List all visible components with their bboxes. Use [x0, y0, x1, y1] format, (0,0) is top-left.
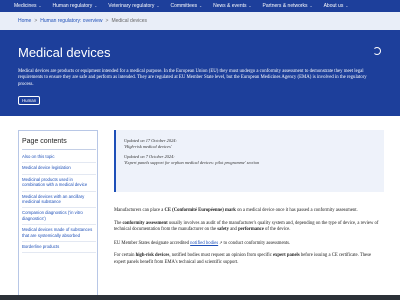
nav-item-label: Committees — [170, 3, 198, 9]
breadcrumb-home-link[interactable]: Home — [18, 18, 31, 24]
nav-item-veterinary-regulatory[interactable]: Veterinary regulatory ⌄ — [108, 3, 159, 9]
chevron-down-icon: ⌄ — [345, 4, 349, 8]
nav-item-label: Human regulatory — [52, 3, 93, 9]
text: Manufacturers can place a — [114, 208, 165, 213]
breadcrumb: Home > Human regulatory: overview > Medi… — [0, 12, 400, 30]
page-contents-heading: Page contents — [22, 138, 67, 145]
chevron-down-icon: ⌄ — [248, 4, 252, 8]
update-notice: Updated on 17 October 2024: 'High-risk m… — [114, 130, 384, 192]
chevron-down-icon: ⌄ — [199, 4, 203, 8]
nav-item-partners-networks[interactable]: Partners & networks ⌄ — [263, 3, 313, 9]
page-contents-panel: Page contents Also on this topic Medical… — [18, 130, 98, 300]
toc-link-companion-diagnostics[interactable]: Companion diagnostics ('in vitro diagnos… — [22, 208, 96, 226]
toc-link-ancillary-substance[interactable]: Medical devices with an ancillary medici… — [22, 192, 96, 209]
text: of the device. — [263, 227, 291, 232]
text: to conduct conformity assessments. — [222, 240, 291, 246]
update-text: 'Expert panels support for orphan medica… — [124, 160, 260, 165]
toc-link-combination-products[interactable]: Medicinal products used in combination w… — [22, 175, 96, 192]
nav-item-medicines[interactable]: Medicines ⌄ — [14, 3, 42, 9]
topic-tag[interactable]: Human — [18, 96, 41, 105]
text: For certain — [114, 253, 136, 258]
breadcrumb-current: Medical devices — [111, 18, 148, 24]
safety-term: safety — [217, 227, 229, 232]
nav-item-label: Medicines — [14, 3, 37, 9]
cookie-banner — [0, 295, 400, 300]
nav-item-label: Partners & networks — [262, 3, 308, 9]
nav-item-news-events[interactable]: News & events ⌄ — [213, 3, 251, 9]
high-risk-devices-term: high-risk devices — [135, 253, 170, 258]
breadcrumb-separator: > — [34, 18, 38, 24]
conformity-assessment-term: conformity assessment — [122, 220, 168, 226]
chevron-down-icon: ⌄ — [156, 4, 160, 8]
chevron-down-icon: ⌄ — [94, 4, 98, 8]
paragraph-ce-mark: Manufacturers can place a CE (Conformité… — [114, 208, 380, 215]
paragraph-conformity-assessment: The conformity assessment usually involv… — [114, 221, 380, 234]
nav-item-label: About us — [323, 3, 344, 9]
toc-link-systemically-absorbed[interactable]: Medical devices made of substances that … — [22, 225, 96, 243]
ce-mark-term: CE (Conformité Européenne) mark — [164, 208, 236, 213]
expert-panels-term: expert panels — [272, 253, 300, 258]
spinner-icon — [373, 47, 381, 55]
paragraph-notified-bodies: EU Member States designate accredited no… — [114, 240, 380, 248]
page-contents-list: Also on this topic Medical device legisl… — [22, 154, 97, 254]
update-entry: Updated on 7 October 2024: 'Expert panel… — [124, 154, 384, 166]
text: EU Member States designate accredited — [114, 240, 191, 246]
nav-item-about-us[interactable]: About us ⌄ — [324, 3, 349, 9]
breadcrumb-separator: > — [105, 18, 109, 24]
nav-item-human-regulatory[interactable]: Human regulatory ⌄ — [53, 3, 98, 9]
text: and — [228, 227, 239, 232]
text: on a medical device once it has passed a… — [235, 208, 358, 213]
breadcrumb-parent-link[interactable]: Human regulatory: overview — [40, 18, 102, 24]
page-description: Medical devices are products or equipmen… — [18, 69, 367, 87]
nav-item-committees[interactable]: Committees ⌄ — [170, 3, 202, 9]
chevron-down-icon: ⌄ — [309, 4, 313, 8]
chevron-down-icon: ⌄ — [38, 4, 42, 8]
toc-link-also-on-this-topic[interactable]: Also on this topic — [22, 154, 96, 164]
paragraph-high-risk-devices: For certain high-risk devices, notified … — [114, 253, 380, 266]
top-navigation: Medicines ⌄ Human regulatory ⌄ Veterinary … — [0, 0, 400, 12]
page-title: Medical devices — [18, 45, 111, 60]
toc-link-medical-device-legislation[interactable]: Medical device legislation — [22, 163, 96, 175]
update-text: 'High-risk medical devices' — [124, 144, 172, 149]
notified-bodies-link[interactable]: notified bodies — [190, 241, 218, 246]
update-entry: Updated on 17 October 2024: 'High-risk m… — [124, 138, 384, 150]
main-content: Manufacturers can place a CE (Conformité… — [114, 208, 380, 272]
performance-term: performance — [238, 227, 264, 232]
page-header: Medical devices Medical devices are prod… — [0, 30, 400, 116]
nav-item-label: News & events — [213, 3, 247, 9]
toc-link-borderline-products[interactable]: Borderline products — [22, 242, 96, 254]
text: , notified bodies must request an opinio… — [169, 253, 273, 258]
divider — [22, 149, 96, 150]
nav-item-label: Veterinary regulatory — [108, 3, 155, 9]
